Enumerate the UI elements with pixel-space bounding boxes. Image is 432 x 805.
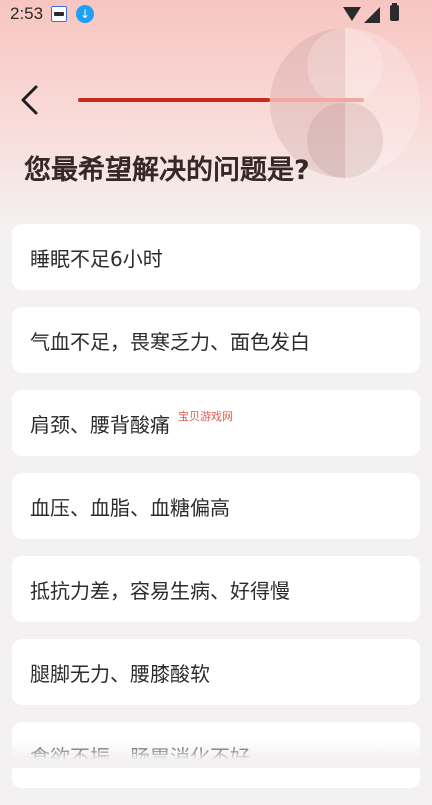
status-time: 2:53 bbox=[10, 4, 44, 23]
bottom-fade bbox=[0, 740, 432, 768]
chevron-left-icon bbox=[21, 85, 38, 115]
option-item[interactable]: 抵抗力差，容易生病、好得慢 bbox=[12, 556, 420, 622]
battery-icon bbox=[390, 3, 399, 21]
download-icon: ↓ bbox=[76, 5, 94, 23]
progress-bar bbox=[78, 98, 364, 102]
option-item[interactable]: 腿脚无力、腰膝酸软 bbox=[12, 639, 420, 705]
signal-icon bbox=[364, 7, 380, 23]
option-item[interactable]: 血压、血脂、血糖偏高 bbox=[12, 473, 420, 539]
site-watermark: 宝贝游戏网 bbox=[178, 410, 233, 423]
option-item[interactable]: 气血不足，畏寒乏力、面色发白 bbox=[12, 307, 420, 373]
wifi-icon bbox=[343, 7, 361, 21]
status-bar: 2:53 ↓ bbox=[0, 0, 432, 30]
back-button[interactable] bbox=[12, 82, 48, 118]
app-notification-icon bbox=[51, 6, 67, 22]
option-item[interactable]: 睡眠不足6小时 bbox=[12, 224, 420, 290]
progress-bar-fill bbox=[78, 98, 270, 102]
options-list: 睡眠不足6小时 气血不足，畏寒乏力、面色发白 肩颈、腰背酸痛 血压、血脂、血糖偏… bbox=[12, 224, 420, 805]
question-title: 您最希望解决的问题是? bbox=[24, 155, 310, 186]
